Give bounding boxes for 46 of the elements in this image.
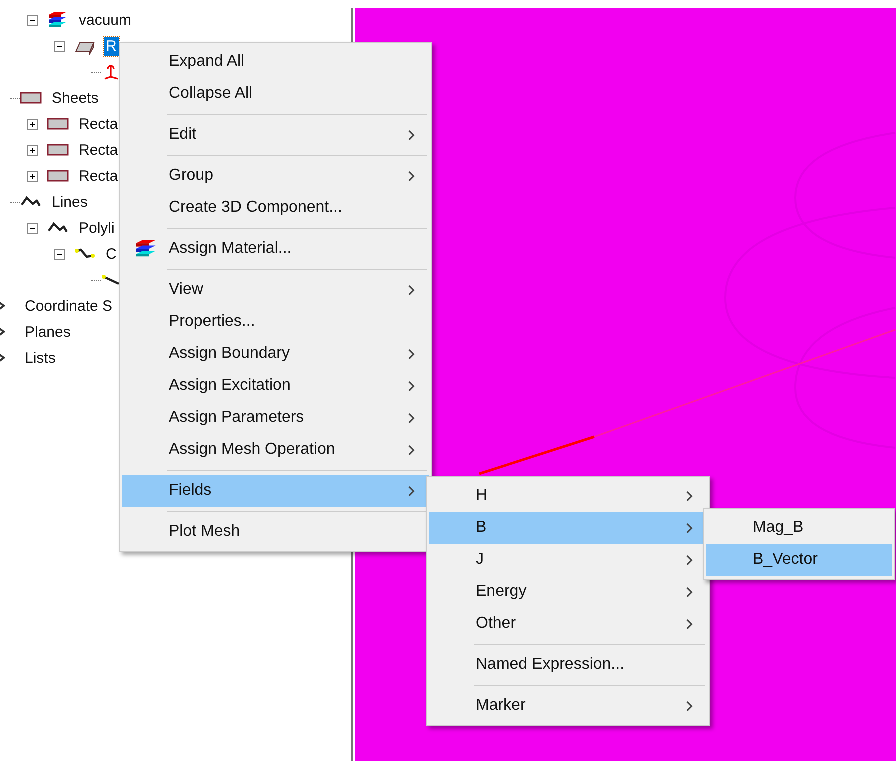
tree-item[interactable]: Recta [77,166,120,186]
menu-item[interactable]: Assign Mesh Operation [122,434,429,466]
tree-item[interactable]: vacuum [77,10,134,30]
menu-item[interactable]: Edit [122,119,429,151]
tree-item[interactable]: Planes [23,322,73,342]
menu-item[interactable]: Collapse All [122,78,429,110]
menu-item[interactable]: Assign Excitation [122,370,429,402]
tree-item[interactable]: Lists [23,348,58,368]
menu-item[interactable]: Assign Material... [122,233,429,265]
partial-icon [0,352,5,364]
menu-item[interactable]: Assign Parameters [122,402,429,434]
tree-item[interactable]: Lines [50,192,90,212]
tree-item[interactable]: C [104,244,119,264]
menu-item[interactable]: Create 3D Component... [122,192,429,224]
expand-toggle[interactable] [27,118,38,130]
collapse-toggle[interactable] [27,14,38,26]
menu-item[interactable]: B_Vector [706,544,892,576]
tree-item[interactable]: Recta [77,140,120,160]
tree-item[interactable]: Recta [77,114,120,134]
material-icon [47,11,69,29]
expand-toggle[interactable] [27,170,38,182]
material-icon [134,239,158,259]
menu-item[interactable]: Properties... [122,306,429,338]
expand-toggle[interactable] [27,144,38,156]
collapse-toggle[interactable] [54,248,65,260]
tree-item[interactable]: Polyli [77,218,117,238]
collapse-toggle[interactable] [54,40,65,52]
menu-item[interactable]: Marker [429,690,707,722]
tree-item[interactable]: Coordinate S [23,296,115,316]
partial-icon [0,326,5,338]
menu-item[interactable]: Other [429,608,707,640]
menu-item[interactable]: Plot Mesh [122,516,429,548]
tree-item[interactable]: R [104,36,119,56]
menu-item[interactable]: Assign Boundary [122,338,429,370]
menu-item[interactable]: J [429,544,707,576]
menu-item[interactable]: Named Expression... [429,649,707,681]
menu-item[interactable]: Group [122,160,429,192]
partial-icon [0,300,5,312]
menu-item[interactable]: Expand All [122,46,429,78]
tree-item[interactable]: Sheets [50,88,101,108]
menu-item[interactable]: H [429,480,707,512]
menu-item[interactable]: View [122,274,429,306]
menu-item[interactable]: Energy [429,576,707,608]
collapse-toggle[interactable] [27,222,38,234]
menu-item[interactable]: Fields [122,475,429,507]
menu-item[interactable]: Mag_B [706,512,892,544]
